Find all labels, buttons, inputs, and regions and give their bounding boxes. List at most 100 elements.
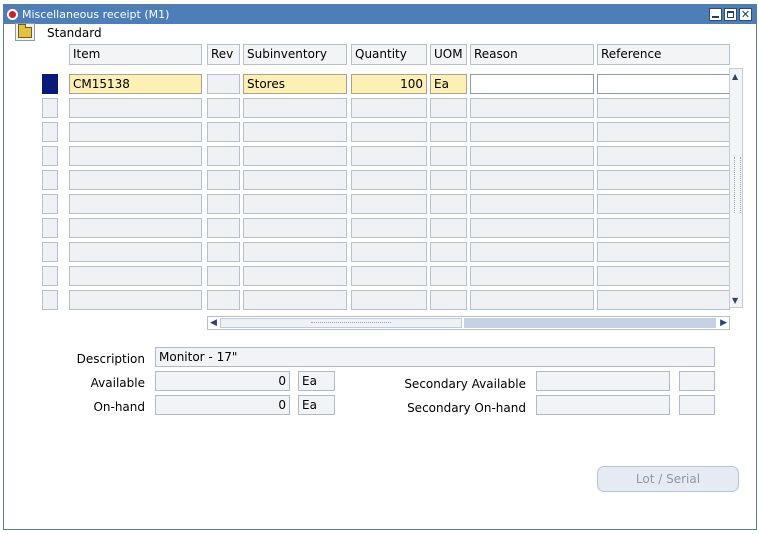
open-folder-icon[interactable] [15,23,35,41]
cell-rev[interactable] [207,74,240,94]
cell-rev[interactable] [207,98,240,118]
cell-uom[interactable] [430,146,467,166]
cell-rev[interactable] [207,122,240,142]
cell-uom[interactable] [430,218,467,238]
cell-item[interactable] [69,146,202,166]
cell-uom[interactable] [430,122,467,142]
cell-reason[interactable] [470,266,594,286]
cell-item[interactable] [69,122,202,142]
cell-quantity[interactable] [351,194,427,214]
secondary-onhand-uom-field[interactable] [679,395,715,415]
cell-quantity[interactable] [351,170,427,190]
row-selector[interactable] [42,290,58,310]
description-field[interactable]: Monitor - 17" [155,347,715,367]
secondary-available-field[interactable] [536,371,670,391]
cell-reference[interactable] [597,98,730,118]
cell-subinventory[interactable] [243,290,347,310]
scroll-up-arrow-icon[interactable]: ▲ [732,72,738,81]
cell-quantity[interactable] [351,242,427,262]
cell-reason[interactable] [470,170,594,190]
cell-subinventory[interactable] [243,122,347,142]
onhand-field[interactable]: 0 [155,395,290,415]
cell-uom[interactable] [430,98,467,118]
title-bar[interactable]: Miscellaneous receipt (M1) ✕ [4,5,756,24]
cell-uom[interactable] [430,242,467,262]
cell-rev[interactable] [207,170,240,190]
cell-reference[interactable] [597,290,730,310]
cell-item[interactable] [69,242,202,262]
cell-uom[interactable]: Ea [430,74,467,94]
row-selector[interactable] [42,170,58,190]
cell-quantity[interactable]: 100 [351,74,427,94]
cell-quantity[interactable] [351,218,427,238]
row-selector[interactable] [42,242,58,262]
cell-quantity[interactable] [351,98,427,118]
cell-rev[interactable] [207,290,240,310]
vertical-scrollbar[interactable]: ▲ ▼ [729,68,743,308]
cell-item[interactable] [69,218,202,238]
cell-item[interactable] [69,266,202,286]
onhand-uom-field[interactable]: Ea [298,395,335,415]
horizontal-scroll-thumb[interactable] [220,318,462,328]
cell-quantity[interactable] [351,122,427,142]
cell-uom[interactable] [430,170,467,190]
cell-reason[interactable] [470,146,594,166]
cell-item[interactable] [69,98,202,118]
cell-item[interactable] [69,290,202,310]
cell-subinventory[interactable] [243,146,347,166]
cell-subinventory[interactable] [243,242,347,262]
cell-reference[interactable] [597,242,730,262]
row-selector[interactable] [42,146,58,166]
cell-reason[interactable] [470,98,594,118]
scroll-left-arrow-icon[interactable]: ◀ [210,317,217,329]
cell-reason[interactable] [470,194,594,214]
cell-quantity[interactable] [351,290,427,310]
scroll-right-arrow-icon[interactable]: ▶ [720,317,727,329]
scroll-down-arrow-icon[interactable]: ▼ [732,296,738,305]
cell-item[interactable] [69,194,202,214]
secondary-available-uom-field[interactable] [679,371,715,391]
cell-uom[interactable] [430,194,467,214]
cell-item[interactable]: CM15138 [69,74,202,94]
cell-rev[interactable] [207,218,240,238]
cell-reason[interactable] [470,218,594,238]
cell-reason[interactable] [470,122,594,142]
cell-subinventory[interactable]: Stores [243,74,347,94]
cell-rev[interactable] [207,146,240,166]
cell-quantity[interactable] [351,146,427,166]
lot-serial-button[interactable]: Lot / Serial [597,466,739,492]
maximize-icon[interactable] [724,8,737,21]
available-field[interactable]: 0 [155,371,290,391]
cell-reason[interactable] [470,242,594,262]
minimize-icon[interactable] [709,8,722,21]
cell-rev[interactable] [207,194,240,214]
cell-subinventory[interactable] [243,218,347,238]
available-uom-field[interactable]: Ea [298,371,335,391]
cell-uom[interactable] [430,266,467,286]
cell-subinventory[interactable] [243,98,347,118]
row-selector[interactable] [42,74,58,94]
cell-reference[interactable] [597,218,730,238]
cell-reference[interactable] [597,146,730,166]
cell-rev[interactable] [207,242,240,262]
row-selector[interactable] [42,266,58,286]
row-selector[interactable] [42,122,58,142]
cell-reference[interactable] [597,194,730,214]
cell-reason[interactable] [470,290,594,310]
cell-reference[interactable] [597,74,730,94]
row-selector[interactable] [42,194,58,214]
horizontal-scrollbar[interactable]: ◀ ▶ [207,316,730,330]
cell-reference[interactable] [597,266,730,286]
cell-reference[interactable] [597,122,730,142]
cell-subinventory[interactable] [243,170,347,190]
secondary-onhand-field[interactable] [536,395,670,415]
cell-item[interactable] [69,170,202,190]
cell-reason[interactable] [470,74,594,94]
close-icon[interactable]: ✕ [739,8,752,21]
cell-reference[interactable] [597,170,730,190]
cell-uom[interactable] [430,290,467,310]
row-selector[interactable] [42,218,58,238]
cell-subinventory[interactable] [243,266,347,286]
cell-rev[interactable] [207,266,240,286]
row-selector[interactable] [42,98,58,118]
